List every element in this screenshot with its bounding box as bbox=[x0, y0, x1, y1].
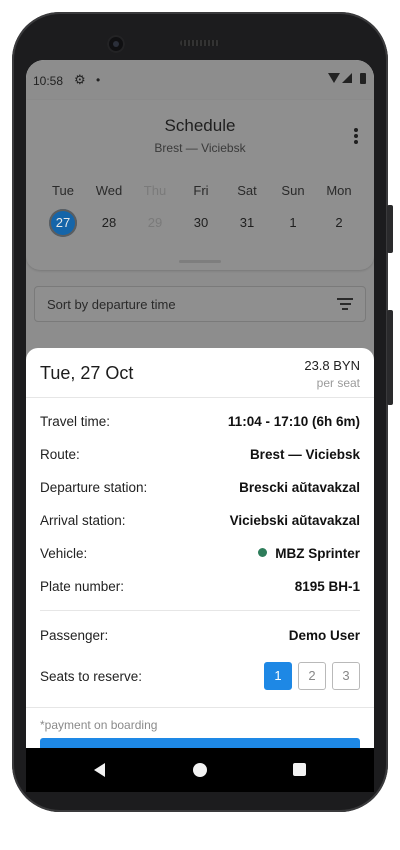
seat-option-2[interactable]: 2 bbox=[298, 662, 326, 690]
day-fri[interactable]: Fri 30 bbox=[178, 183, 224, 237]
row-label: Seats to reserve: bbox=[40, 669, 143, 684]
row-label: Plate number: bbox=[40, 579, 125, 594]
screen: 10:58 ⚙ • Schedule Brest — Viciebsk Tue … bbox=[26, 60, 374, 790]
row-value: MBZ Sprinter bbox=[275, 546, 360, 561]
day-number: 30 bbox=[193, 215, 209, 230]
passenger-row: Passenger: Demo User bbox=[40, 628, 360, 648]
row-value: 11:04 - 17:10 (6h 6m) bbox=[227, 414, 360, 429]
recents-icon[interactable] bbox=[293, 763, 306, 776]
sort-label: Sort by departure time bbox=[47, 297, 176, 312]
day-number: 31 bbox=[239, 215, 255, 230]
day-mon[interactable]: Mon 2 bbox=[316, 183, 362, 237]
day-name: Fri bbox=[193, 183, 209, 198]
day-name: Sat bbox=[237, 183, 257, 198]
day-sun[interactable]: Sun 1 bbox=[270, 183, 316, 237]
page-title: Schedule bbox=[164, 116, 236, 135]
route-subtitle: Brest — Viciebsk bbox=[154, 141, 246, 155]
day-name: Mon bbox=[326, 183, 352, 198]
volume-button bbox=[387, 205, 393, 253]
row-label: Vehicle: bbox=[40, 546, 88, 561]
day-number: 1 bbox=[289, 215, 297, 230]
row-label: Arrival station: bbox=[40, 513, 126, 528]
day-name: Sun bbox=[281, 183, 305, 198]
day-wed[interactable]: Wed 28 bbox=[86, 183, 132, 237]
divider bbox=[40, 610, 360, 611]
row-label: Route: bbox=[40, 447, 80, 462]
earpiece-speaker bbox=[180, 40, 220, 46]
reservation-sheet: Tue, 27 Oct 23.8 BYN per seat Travel tim… bbox=[26, 348, 374, 788]
seats-row: Seats to reserve: 123 bbox=[40, 662, 360, 690]
row-label: Travel time: bbox=[40, 414, 111, 429]
day-name: Thu bbox=[143, 183, 167, 198]
filter-icon[interactable] bbox=[337, 298, 353, 313]
day-name: Tue bbox=[52, 183, 74, 198]
more-vert-icon[interactable] bbox=[354, 128, 358, 146]
front-camera bbox=[107, 35, 125, 53]
seat-selector: 123 bbox=[258, 662, 360, 690]
gear-icon: ⚙ bbox=[74, 72, 86, 87]
row-value: Brest — Viciebsk bbox=[249, 447, 360, 462]
day-number: 2 bbox=[335, 215, 343, 230]
day-number: 27 bbox=[49, 209, 77, 237]
price-note: per seat bbox=[316, 376, 360, 390]
trip-price: 23.8 BYN bbox=[304, 358, 360, 373]
divider bbox=[26, 397, 374, 398]
day-sat[interactable]: Sat 31 bbox=[224, 183, 270, 237]
status-time: 10:58 bbox=[33, 74, 64, 88]
arrival-station-row: Arrival station: Viciebski aŭtavakzal bbox=[40, 513, 360, 533]
home-icon[interactable] bbox=[193, 763, 207, 777]
row-value: Brescki aŭtavakzal bbox=[239, 480, 360, 495]
sort-dropdown[interactable]: Sort by departure time bbox=[34, 286, 366, 322]
seat-option-3[interactable]: 3 bbox=[332, 662, 360, 690]
payment-note: *payment on boarding bbox=[40, 718, 158, 732]
day-thu: Thu 29 bbox=[132, 183, 178, 237]
route-row: Route: Brest — Viciebsk bbox=[40, 447, 360, 467]
row-value-wrap: MBZ Sprinter bbox=[258, 546, 360, 561]
plate-number-row: Plate number: 8195 BH-1 bbox=[40, 579, 360, 599]
schedule-header: Schedule Brest — Viciebsk Tue 27 Wed 28 … bbox=[26, 100, 374, 270]
day-number: 28 bbox=[101, 215, 117, 230]
dot-icon: • bbox=[96, 73, 101, 87]
back-icon[interactable] bbox=[94, 763, 105, 777]
vehicle-status-dot bbox=[258, 548, 268, 557]
divider bbox=[26, 707, 374, 708]
vehicle-row: Vehicle: MBZ Sprinter bbox=[40, 546, 360, 566]
signal-icon bbox=[342, 73, 352, 83]
row-label: Passenger: bbox=[40, 628, 109, 643]
battery-icon bbox=[360, 73, 366, 84]
android-nav-bar bbox=[26, 748, 374, 792]
drag-handle[interactable] bbox=[179, 260, 221, 263]
row-value: 8195 BH-1 bbox=[294, 579, 360, 594]
trip-date: Tue, 27 Oct bbox=[40, 363, 134, 383]
seat-option-1[interactable]: 1 bbox=[264, 662, 292, 690]
power-button bbox=[387, 310, 393, 405]
row-value: Viciebski aŭtavakzal bbox=[229, 513, 360, 528]
day-tue[interactable]: Tue 27 bbox=[40, 183, 86, 237]
departure-station-row: Departure station: Brescki aŭtavakzal bbox=[40, 480, 360, 500]
day-number: 29 bbox=[147, 215, 163, 230]
travel-time-row: Travel time: 11:04 - 17:10 (6h 6m) bbox=[40, 414, 360, 434]
row-label: Departure station: bbox=[40, 480, 148, 495]
day-name: Wed bbox=[95, 183, 123, 198]
wifi-icon bbox=[328, 73, 340, 83]
passenger-name: Demo User bbox=[288, 628, 360, 643]
status-bar: 10:58 ⚙ • bbox=[26, 60, 374, 100]
date-picker: Tue 27 Wed 28 Thu 29 Fri 30 Sat 31 Sun 1… bbox=[40, 183, 368, 243]
app-background: Schedule Brest — Viciebsk Tue 27 Wed 28 … bbox=[26, 100, 374, 790]
